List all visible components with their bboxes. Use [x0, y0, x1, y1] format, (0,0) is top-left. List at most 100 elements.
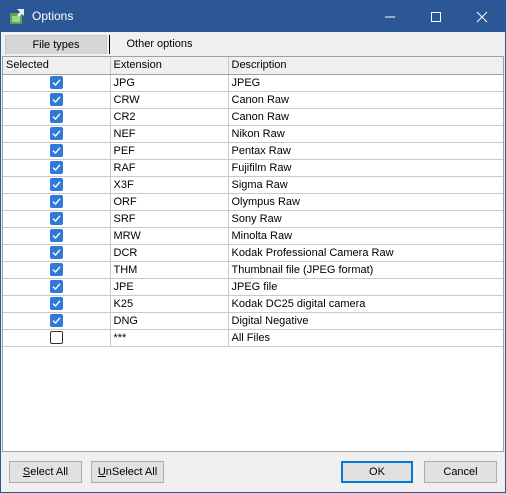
description-cell: Fujifilm Raw	[228, 159, 503, 177]
table-row[interactable]: THM Thumbnail file (JPEG format)	[3, 261, 503, 279]
table-row[interactable]: ORF Olympus Raw	[3, 193, 503, 211]
extension-cell: CR2	[110, 108, 229, 126]
ok-button[interactable]: OK	[341, 461, 413, 483]
selected-cell	[3, 295, 111, 313]
selected-cell	[3, 329, 111, 347]
checkbox-unchecked-icon[interactable]	[49, 331, 63, 344]
extension-cell: ***	[110, 329, 229, 347]
close-icon	[476, 11, 488, 23]
description-cell: JPEG	[228, 74, 503, 92]
selected-cell	[3, 210, 111, 228]
select-all-button[interactable]: Select All	[9, 461, 82, 483]
checkbox-checked-icon[interactable]	[49, 229, 63, 242]
selected-cell	[3, 91, 111, 109]
description-cell: Kodak DC25 digital camera	[228, 295, 503, 313]
table-row[interactable]: SRF Sony Raw	[3, 210, 503, 228]
extension-cell: JPG	[110, 74, 229, 92]
extension-cell: RAF	[110, 159, 229, 177]
extension-cell: JPE	[110, 278, 229, 296]
table-row[interactable]: *** All Files	[3, 329, 503, 347]
table-row[interactable]: PEF Pentax Raw	[3, 142, 503, 160]
description-cell: Minolta Raw	[228, 227, 503, 245]
options-dialog: Options File types Other options Selecte…	[0, 0, 506, 493]
table-row[interactable]: K25 Kodak DC25 digital camera	[3, 295, 503, 313]
checkbox-checked-icon[interactable]	[49, 110, 63, 123]
checkbox-checked-icon[interactable]	[49, 297, 63, 310]
description-cell: Digital Negative	[228, 312, 503, 330]
table-row[interactable]: X3F Sigma Raw	[3, 176, 503, 194]
description-cell: All Files	[228, 329, 503, 347]
close-button[interactable]	[459, 1, 505, 32]
unselect-all-button[interactable]: UnSelect All	[91, 461, 164, 483]
tab-file-types[interactable]: File types	[5, 35, 107, 54]
file-types-grid[interactable]: Selected Extension Description JPG JPEG CR…	[2, 56, 504, 452]
checkbox-checked-icon[interactable]	[49, 127, 63, 140]
maximize-button[interactable]	[413, 1, 459, 32]
table-row[interactable]: DCR Kodak Professional Camera Raw	[3, 244, 503, 262]
description-cell: Canon Raw	[228, 91, 503, 109]
tab-strip: File types Other options	[5, 35, 505, 54]
extension-cell: DNG	[110, 312, 229, 330]
extension-cell: PEF	[110, 142, 229, 160]
minimize-button[interactable]	[367, 1, 413, 32]
checkbox-checked-icon[interactable]	[49, 314, 63, 327]
checkbox-checked-icon[interactable]	[49, 246, 63, 259]
table-row[interactable]: CRW Canon Raw	[3, 91, 503, 109]
selected-cell	[3, 108, 111, 126]
description-cell: Sigma Raw	[228, 176, 503, 194]
checkbox-checked-icon[interactable]	[49, 263, 63, 276]
selected-cell	[3, 227, 111, 245]
checkbox-checked-icon[interactable]	[49, 76, 63, 89]
selected-cell	[3, 142, 111, 160]
table-row[interactable]: NEF Nikon Raw	[3, 125, 503, 143]
selected-cell	[3, 278, 111, 296]
extension-cell: SRF	[110, 210, 229, 228]
selected-cell	[3, 261, 111, 279]
column-header-extension[interactable]: Extension	[110, 57, 229, 75]
description-cell: Pentax Raw	[228, 142, 503, 160]
checkbox-checked-icon[interactable]	[49, 144, 63, 157]
description-cell: JPEG file	[228, 278, 503, 296]
checkbox-checked-icon[interactable]	[49, 280, 63, 293]
selected-cell	[3, 74, 111, 92]
extension-cell: THM	[110, 261, 229, 279]
grid-header-row: Selected Extension Description	[3, 57, 503, 75]
selected-cell	[3, 244, 111, 262]
description-cell: Canon Raw	[228, 108, 503, 126]
cancel-button[interactable]: Cancel	[424, 461, 497, 483]
checkbox-checked-icon[interactable]	[49, 178, 63, 191]
selected-cell	[3, 176, 111, 194]
table-row[interactable]: JPE JPEG file	[3, 278, 503, 296]
description-cell: Olympus Raw	[228, 193, 503, 211]
minimize-icon	[385, 16, 395, 18]
description-cell: Thumbnail file (JPEG format)	[228, 261, 503, 279]
extension-cell: K25	[110, 295, 229, 313]
checkbox-checked-icon[interactable]	[49, 93, 63, 106]
extension-cell: ORF	[110, 193, 229, 211]
column-header-description[interactable]: Description	[228, 57, 503, 75]
tab-other-options[interactable]: Other options	[109, 35, 209, 54]
maximize-icon	[431, 12, 441, 22]
extension-cell: X3F	[110, 176, 229, 194]
table-row[interactable]: CR2 Canon Raw	[3, 108, 503, 126]
extension-cell: DCR	[110, 244, 229, 262]
description-cell: Kodak Professional Camera Raw	[228, 244, 503, 262]
app-options-icon	[9, 8, 26, 25]
extension-cell: MRW	[110, 227, 229, 245]
table-row[interactable]: JPG JPEG	[3, 74, 503, 92]
description-cell: Sony Raw	[228, 210, 503, 228]
table-row[interactable]: MRW Minolta Raw	[3, 227, 503, 245]
window-title: Options	[32, 9, 74, 23]
selected-cell	[3, 159, 111, 177]
title-bar[interactable]: Options	[1, 1, 505, 32]
checkbox-checked-icon[interactable]	[49, 212, 63, 225]
selected-cell	[3, 125, 111, 143]
column-header-selected[interactable]: Selected	[3, 57, 111, 75]
table-row[interactable]: RAF Fujifilm Raw	[3, 159, 503, 177]
checkbox-checked-icon[interactable]	[49, 195, 63, 208]
table-row[interactable]: DNG Digital Negative	[3, 312, 503, 330]
selected-cell	[3, 193, 111, 211]
selected-cell	[3, 312, 111, 330]
checkbox-checked-icon[interactable]	[49, 161, 63, 174]
extension-cell: NEF	[110, 125, 229, 143]
